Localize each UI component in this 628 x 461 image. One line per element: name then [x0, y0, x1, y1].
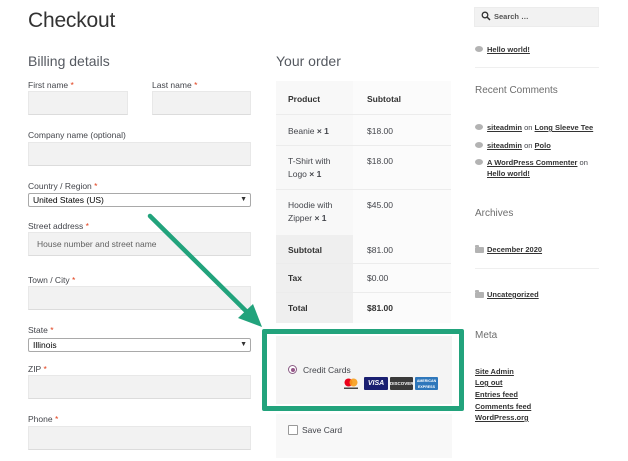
recent-comments-heading: Recent Comments — [475, 85, 558, 96]
search-placeholder: Search … — [494, 12, 529, 21]
save-card-panel — [276, 414, 452, 458]
page-title: Checkout — [28, 9, 116, 32]
order-tax-label: Tax — [288, 273, 303, 283]
country-select[interactable]: United States (US) ▼ — [28, 193, 251, 207]
category-link[interactable]: Uncategorized — [487, 289, 539, 300]
order-header-subtotal: Subtotal — [367, 94, 401, 104]
order-item-name: T-Shirt with Logo × 1 — [288, 156, 331, 179]
save-card-label: Save Card — [302, 425, 343, 435]
street-placeholder: House number and street name — [37, 239, 157, 249]
credit-card-radio[interactable] — [288, 365, 297, 374]
chevron-down-icon: ▼ — [240, 341, 247, 348]
company-input[interactable] — [28, 142, 251, 166]
divider — [276, 263, 451, 264]
state-select[interactable]: Illinois ▼ — [28, 338, 251, 352]
save-card-checkbox[interactable] — [288, 425, 298, 435]
meta-link-wordpress-org[interactable]: WordPress.org — [475, 412, 529, 423]
comment-author-link[interactable]: siteadmin — [487, 123, 522, 132]
first-name-input[interactable] — [28, 91, 128, 115]
comment-post-link[interactable]: Polo — [535, 141, 551, 150]
comment-icon — [475, 159, 483, 165]
your-order-heading: Your order — [276, 53, 341, 69]
order-item-name: Hoodie with Zipper × 1 — [288, 200, 333, 223]
comment-post-link[interactable]: Long Sleeve Tee — [535, 123, 594, 132]
folder-icon — [475, 245, 484, 253]
meta-heading: Meta — [475, 330, 498, 341]
comment-item: siteadmin on Long Sleeve Tee — [487, 123, 594, 132]
zip-label: ZIP * — [28, 364, 47, 374]
phone-input[interactable] — [28, 426, 251, 450]
order-subtotal-value: $81.00 — [367, 245, 393, 255]
street-label: Street address * — [28, 221, 89, 231]
mastercard-icon — [341, 377, 361, 390]
company-label: Company name (optional) — [28, 130, 126, 140]
divider — [276, 189, 451, 190]
folder-icon — [475, 290, 484, 298]
credit-card-label: Credit Cards — [303, 365, 351, 375]
order-header-product: Product — [288, 94, 321, 104]
order-subtotal-label: Subtotal — [288, 245, 322, 255]
search-input[interactable] — [474, 7, 599, 27]
archives-heading: Archives — [475, 208, 514, 219]
comment-author-link[interactable]: siteadmin — [487, 141, 522, 150]
order-item-name: Beanie × 1 — [288, 126, 329, 136]
discover-icon: DISCOVER — [390, 377, 414, 390]
comment-icon — [475, 124, 483, 130]
divider — [276, 145, 451, 146]
post-link-hello-world[interactable]: Hello world! — [487, 44, 530, 55]
pin-icon — [475, 46, 483, 52]
state-value: Illinois — [33, 340, 57, 350]
comment-item: siteadmin on Polo — [487, 141, 551, 150]
meta-link-log-out[interactable]: Log out — [475, 377, 503, 388]
last-name-input[interactable] — [152, 91, 251, 115]
divider — [276, 114, 451, 115]
last-name-label: Last name * — [152, 80, 198, 90]
meta-link-comments-feed[interactable]: Comments feed — [475, 401, 531, 412]
zip-input[interactable] — [28, 375, 251, 399]
state-label: State * — [28, 325, 54, 335]
meta-link-site-admin[interactable]: Site Admin — [475, 366, 514, 377]
order-total-value: $81.00 — [367, 303, 393, 313]
street-input[interactable]: House number and street name — [28, 232, 251, 256]
billing-details-heading: Billing details — [28, 53, 110, 69]
search-icon — [481, 11, 491, 21]
city-input[interactable] — [28, 286, 251, 310]
phone-label: Phone * — [28, 414, 59, 424]
country-label: Country / Region * — [28, 181, 98, 191]
order-item-price: $18.00 — [367, 156, 393, 166]
comment-item: A WordPress Commenter on Hello world! — [487, 158, 588, 178]
order-total-label: Total — [288, 303, 308, 313]
order-tax-value: $0.00 — [367, 273, 389, 283]
chevron-down-icon: ▼ — [240, 196, 247, 203]
comment-icon — [475, 142, 483, 148]
divider — [475, 268, 599, 269]
order-item-price: $45.00 — [367, 200, 393, 210]
comment-author-link[interactable]: A WordPress Commenter — [487, 158, 577, 167]
city-label: Town / City * — [28, 275, 76, 285]
archive-link[interactable]: December 2020 — [487, 244, 542, 255]
comment-post-link[interactable]: Hello world! — [487, 169, 530, 178]
visa-icon: VISA — [364, 377, 388, 390]
divider — [276, 292, 451, 293]
country-value: United States (US) — [33, 195, 104, 205]
order-item-price: $18.00 — [367, 126, 393, 136]
first-name-label: First name * — [28, 80, 74, 90]
amex-icon: AMERICAN EXPRESS — [415, 377, 438, 390]
divider — [475, 67, 599, 68]
meta-link-entries-feed[interactable]: Entries feed — [475, 389, 518, 400]
